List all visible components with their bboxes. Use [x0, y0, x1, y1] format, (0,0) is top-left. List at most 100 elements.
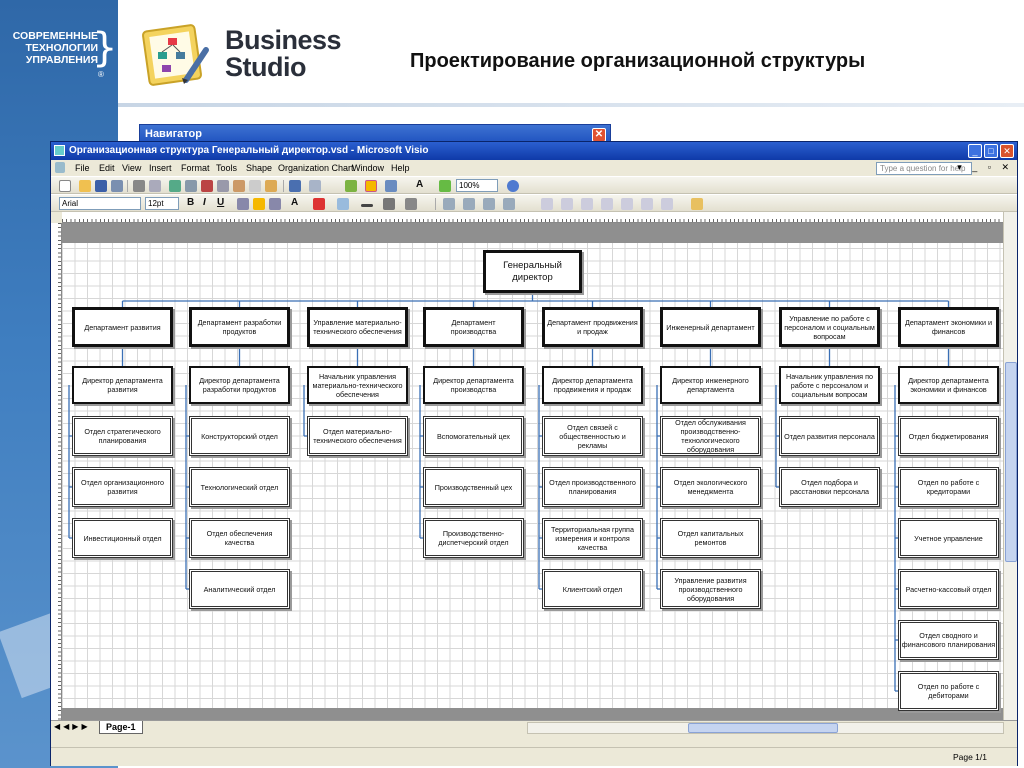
- print-icon[interactable]: [133, 180, 145, 192]
- org-box-unit[interactable]: Отдел производственного планирования: [542, 467, 643, 507]
- document-window-controls[interactable]: ▾ _ ▫ ✕: [957, 162, 1013, 173]
- org-box-unit[interactable]: Отдел сводного и финансового планировани…: [898, 620, 999, 660]
- delete-icon[interactable]: [249, 180, 261, 192]
- org-chart-tool-icon[interactable]: [641, 198, 653, 210]
- text-tool-icon[interactable]: A: [416, 179, 423, 190]
- shapes-icon[interactable]: [345, 180, 357, 192]
- minimize-icon[interactable]: _: [968, 144, 982, 158]
- zoom-select[interactable]: 100%: [456, 179, 498, 192]
- org-box-unit[interactable]: Отдел организационного развития: [72, 467, 173, 507]
- pointer-tool-icon[interactable]: [365, 180, 377, 192]
- org-chart-tool-icon[interactable]: [581, 198, 593, 210]
- vertical-scrollbar[interactable]: [1003, 212, 1017, 720]
- close-window-icon[interactable]: ✕: [1000, 144, 1014, 158]
- align-left-icon[interactable]: [237, 198, 249, 210]
- font-family-select[interactable]: Arial: [59, 197, 141, 210]
- underline-icon[interactable]: U: [217, 197, 224, 208]
- org-box-director[interactable]: Начальник управления по работе с персона…: [779, 366, 880, 404]
- org-box-director[interactable]: Начальник управления материально-техниче…: [307, 366, 408, 404]
- org-box-unit[interactable]: Отдел обеспечения качества: [189, 518, 290, 558]
- org-box-unit[interactable]: Отдел по работе с кредиторами: [898, 467, 999, 507]
- org-box-unit[interactable]: Отдел стратегического планирования: [72, 416, 173, 456]
- undo-icon[interactable]: [289, 180, 301, 192]
- org-box-unit[interactable]: Конструкторский отдел: [189, 416, 290, 456]
- help-icon[interactable]: [507, 180, 519, 192]
- menu-window[interactable]: Window: [352, 163, 384, 173]
- org-chart-spacing-icon[interactable]: [483, 198, 495, 210]
- page-navigation-arrows-icon[interactable]: ◀◀▶▶: [54, 722, 91, 731]
- vertical-scroll-thumb[interactable]: [1005, 362, 1017, 562]
- org-box-unit[interactable]: Отдел развития персонала: [779, 416, 880, 456]
- org-box-unit[interactable]: Клиентский отдел: [542, 569, 643, 609]
- org-chart-tool-icon[interactable]: [621, 198, 633, 210]
- research-icon[interactable]: [185, 180, 197, 192]
- document-icon[interactable]: [55, 162, 65, 173]
- org-box-unit[interactable]: Территориальная группа измерения и контр…: [542, 518, 643, 558]
- page-tab[interactable]: Page-1: [99, 721, 143, 734]
- org-box-unit[interactable]: Расчетно-кассовый отдел: [898, 569, 999, 609]
- org-box-unit[interactable]: Отдел по работе с дебиторами: [898, 671, 999, 711]
- print-preview-icon[interactable]: [149, 180, 161, 192]
- permission-icon[interactable]: [111, 180, 123, 192]
- org-box-department[interactable]: Департамент разработки продуктов: [189, 307, 290, 347]
- org-box-department[interactable]: Инженерный департамент: [660, 307, 761, 347]
- org-chart-arrange-icon[interactable]: [463, 198, 475, 210]
- org-box-director[interactable]: Директор департамента разработки продукт…: [189, 366, 290, 404]
- menu-view[interactable]: View: [122, 163, 141, 173]
- maximize-icon[interactable]: □: [984, 144, 998, 158]
- org-box-unit[interactable]: Отдел подбора и расстановки персонала: [779, 467, 880, 507]
- fill-color-icon[interactable]: [337, 198, 349, 210]
- stamp-tool-icon[interactable]: [439, 180, 451, 192]
- org-box-unit[interactable]: Отдел бюджетирования: [898, 416, 999, 456]
- menu-format[interactable]: Format: [181, 163, 210, 173]
- org-box-director[interactable]: Директор департамента производства: [423, 366, 524, 404]
- menu-help[interactable]: Help: [391, 163, 410, 173]
- org-box-director[interactable]: Директор департамента продвижения и прод…: [542, 366, 643, 404]
- menu-file[interactable]: File: [75, 163, 90, 173]
- org-box-director[interactable]: Директор департамента экономики и финанс…: [898, 366, 999, 404]
- menu-insert[interactable]: Insert: [149, 163, 172, 173]
- font-size-select[interactable]: 12pt: [145, 197, 179, 210]
- org-box-director[interactable]: Директор инженерного департамента: [660, 366, 761, 404]
- org-box-unit[interactable]: Аналитический отдел: [189, 569, 290, 609]
- org-box-department[interactable]: Департамент продвижения и продаж: [542, 307, 643, 347]
- org-box-department[interactable]: Департамент экономики и финансов: [898, 307, 999, 347]
- font-color-icon[interactable]: A: [291, 197, 298, 208]
- org-chart-tool-icon[interactable]: [561, 198, 573, 210]
- menu-organization-chart[interactable]: Organization Chart: [278, 163, 354, 173]
- org-box-general-director[interactable]: Генеральный директор: [483, 250, 582, 293]
- org-box-unit[interactable]: Отдел обслуживания производственно-техно…: [660, 416, 761, 456]
- line-ends-icon[interactable]: [405, 198, 417, 210]
- menu-tools[interactable]: Tools: [216, 163, 237, 173]
- format-painter-icon[interactable]: [265, 180, 277, 192]
- redo-icon[interactable]: [309, 180, 321, 192]
- org-box-unit[interactable]: Отдел капитальных ремонтов: [660, 518, 761, 558]
- connector-tool-icon[interactable]: [385, 180, 397, 192]
- align-center-icon[interactable]: [253, 198, 265, 210]
- org-box-department[interactable]: Департамент производства: [423, 307, 524, 347]
- paste-icon[interactable]: [233, 180, 245, 192]
- org-chart-move-icon[interactable]: [503, 198, 515, 210]
- drawing-canvas[interactable]: Генеральный директор Департамент развития…: [62, 223, 1005, 720]
- org-chart-tool-icon[interactable]: [541, 198, 553, 210]
- new-document-icon[interactable]: [59, 180, 71, 192]
- spelling-icon[interactable]: [169, 180, 181, 192]
- org-box-unit[interactable]: Производственный цех: [423, 467, 524, 507]
- line-weight-icon[interactable]: [361, 204, 373, 207]
- org-box-unit[interactable]: Учетное управление: [898, 518, 999, 558]
- org-box-unit[interactable]: Инвестиционный отдел: [72, 518, 173, 558]
- cut-icon[interactable]: [201, 180, 213, 192]
- org-box-unit[interactable]: Отдел связей с общественностью и рекламы: [542, 416, 643, 456]
- org-chart-tool-icon[interactable]: [661, 198, 673, 210]
- org-box-department[interactable]: Управление по работе с персоналом и соци…: [779, 307, 880, 347]
- org-chart-export-icon[interactable]: [691, 198, 703, 210]
- org-chart-tool-icon[interactable]: [601, 198, 613, 210]
- org-box-unit[interactable]: Отдел экологического менеджмента: [660, 467, 761, 507]
- horizontal-scroll-thumb[interactable]: [688, 723, 838, 733]
- align-right-icon[interactable]: [269, 198, 281, 210]
- window-titlebar[interactable]: Организационная структура Генеральный ди…: [51, 142, 1017, 160]
- org-box-director[interactable]: Директор департамента развития: [72, 366, 173, 404]
- italic-icon[interactable]: I: [203, 197, 206, 208]
- line-color-icon[interactable]: [313, 198, 325, 210]
- org-box-unit[interactable]: Отдел материально-технического обеспечен…: [307, 416, 408, 456]
